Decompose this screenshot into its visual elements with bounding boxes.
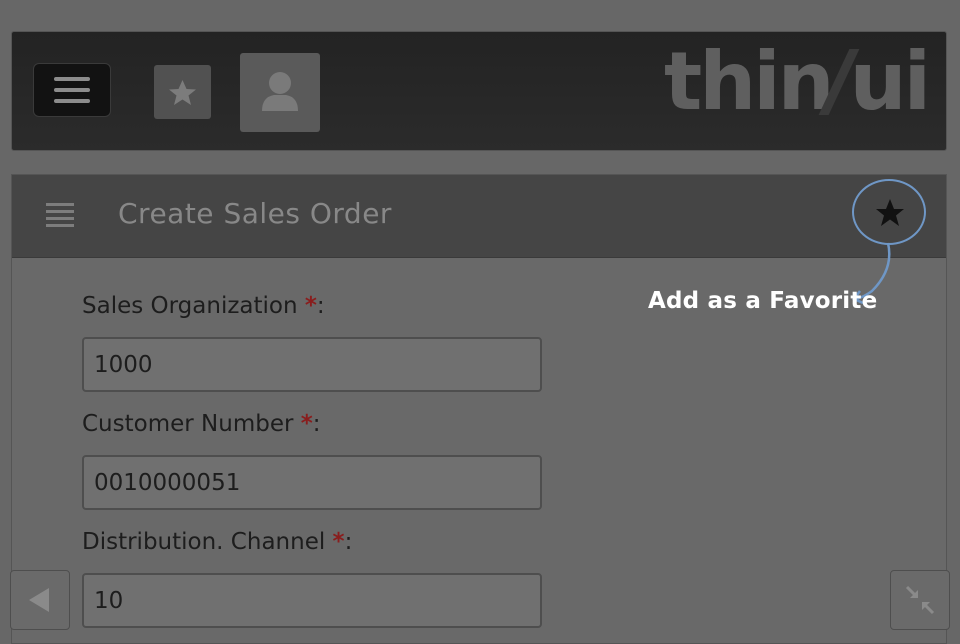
back-arrow-icon [29, 588, 49, 612]
distribution-channel-input[interactable] [82, 573, 542, 628]
thinui-logo: thin ui [664, 42, 931, 122]
hamburger-line [54, 88, 90, 92]
required-marker: * [304, 293, 317, 319]
required-marker: * [300, 411, 313, 437]
user-icon [262, 72, 298, 111]
label-text: Customer Number [82, 411, 294, 437]
label-suffix: : [344, 529, 353, 555]
profile-button[interactable] [240, 53, 320, 132]
customer-number-label: Customer Number *: [82, 408, 321, 440]
hamburger-menu-icon [54, 77, 90, 81]
logo-text-right: ui [849, 35, 931, 128]
panel-header: Create Sales Order [12, 175, 946, 258]
customer-number-input[interactable] [82, 455, 542, 510]
favorites-button[interactable] [154, 65, 211, 119]
app-header: thin ui [11, 31, 947, 151]
star-icon [169, 80, 196, 105]
callout-text: Add as a Favorite [648, 288, 878, 314]
sales-organization-label: Sales Organization *: [82, 290, 325, 322]
logo-text-left: thin [664, 35, 835, 128]
required-marker: * [332, 529, 345, 555]
main-menu-button[interactable] [33, 63, 111, 117]
label-suffix: : [316, 293, 325, 319]
back-button[interactable] [10, 570, 70, 630]
collapse-icon [905, 585, 935, 615]
label-text: Sales Organization [82, 293, 298, 319]
list-icon[interactable] [46, 201, 74, 229]
hamburger-line [54, 99, 90, 103]
label-suffix: : [312, 411, 321, 437]
collapse-button[interactable] [890, 570, 950, 630]
sales-order-panel: Create Sales Order Add as a Favorite Sal… [11, 174, 947, 644]
label-text: Distribution. Channel [82, 529, 326, 555]
sales-organization-input[interactable] [82, 337, 542, 392]
add-favorite-button[interactable] [852, 179, 926, 245]
star-icon [876, 199, 904, 226]
page-title: Create Sales Order [118, 197, 392, 230]
distribution-channel-label: Distribution. Channel *: [82, 526, 352, 558]
